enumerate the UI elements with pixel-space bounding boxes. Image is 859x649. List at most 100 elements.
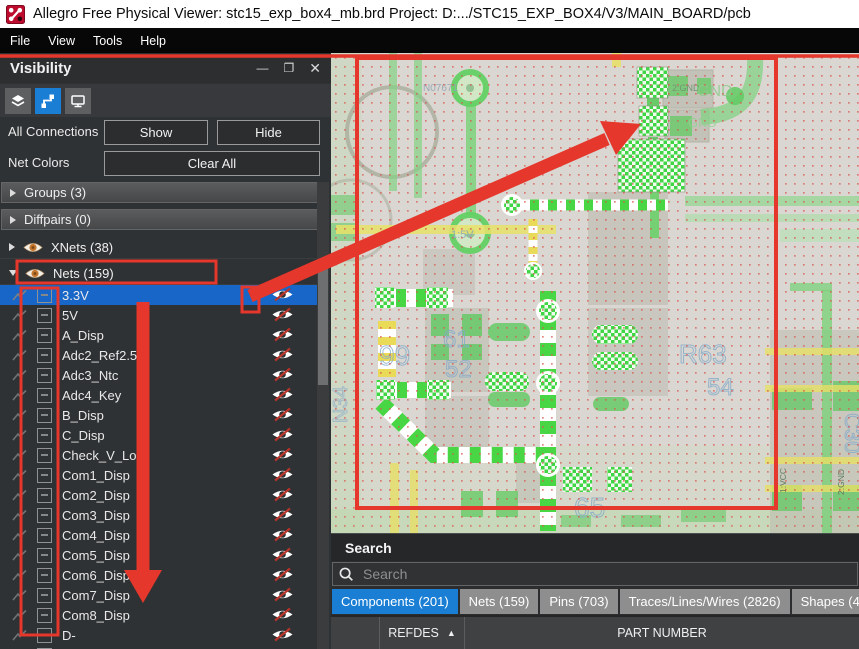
net-checkbox[interactable] — [37, 287, 52, 303]
eye-slash-icon[interactable] — [271, 527, 294, 547]
eye-slash-icon[interactable] — [271, 467, 294, 487]
menu-file[interactable]: File — [10, 34, 30, 48]
column-refdes[interactable]: REFDES ▲ — [380, 617, 465, 649]
tab-components[interactable]: Components (201) — [332, 589, 458, 614]
list-item-net[interactable]: Com3_Disp — [0, 505, 317, 525]
close-icon[interactable]: ✕ — [309, 60, 321, 77]
all-connections-row: All Connections Show Hide — [0, 120, 331, 146]
net-wire-icon — [11, 329, 28, 342]
net-name: B_Disp — [62, 407, 104, 423]
net-wire-icon — [11, 569, 28, 582]
eye-slash-icon[interactable] — [271, 367, 294, 387]
net-checkbox[interactable] — [37, 607, 52, 623]
eye-slash-icon[interactable] — [271, 327, 294, 347]
eye-slash-icon[interactable] — [271, 407, 294, 427]
menu-view[interactable]: View — [48, 34, 75, 48]
net-name: Adc4_Key — [62, 387, 122, 403]
net-checkbox[interactable] — [37, 527, 52, 543]
layers-filter-button[interactable] — [5, 87, 31, 114]
menubar: File View Tools Help — [0, 28, 859, 53]
list-item-net[interactable]: C_Disp — [0, 425, 317, 445]
list-item-net[interactable]: Com5_Disp — [0, 545, 317, 565]
net-wire-icon — [11, 489, 28, 502]
list-item-net[interactable]: Com2_Disp — [0, 485, 317, 505]
diffpairs-label: Diffpairs (0) — [24, 212, 91, 227]
net-checkbox[interactable] — [37, 507, 52, 523]
eye-slash-icon[interactable] — [271, 607, 294, 627]
list-item-net[interactable]: Adc3_Ntc — [0, 365, 317, 385]
net-checkbox[interactable] — [37, 627, 52, 643]
list-item-net[interactable]: Check_V_Low — [0, 445, 317, 465]
eye-slash-icon[interactable] — [271, 307, 294, 327]
eye-slash-icon[interactable] — [271, 347, 294, 367]
eye-slash-icon[interactable] — [271, 507, 294, 527]
tab-shapes[interactable]: Shapes (489) — [791, 589, 859, 614]
eye-slash-icon[interactable] — [271, 427, 294, 447]
minimize-icon[interactable]: — — [257, 61, 269, 75]
net-name: Com2_Disp — [62, 487, 130, 503]
tree-group-groups[interactable]: Groups (3) — [1, 182, 318, 203]
search-box[interactable] — [332, 562, 858, 586]
eye-slash-icon[interactable] — [271, 547, 294, 567]
tab-traces[interactable]: Traces/Lines/Wires (2826) — [619, 589, 790, 614]
menu-tools[interactable]: Tools — [93, 34, 122, 48]
net-list-scrollbar[interactable] — [317, 182, 329, 649]
list-item-net[interactable]: 3.3V — [0, 285, 317, 305]
list-item-net[interactable]: B_Disp — [0, 405, 317, 425]
eye-icon[interactable] — [23, 241, 43, 254]
net-checkbox[interactable] — [37, 587, 52, 603]
tab-pins[interactable]: Pins (703) — [540, 589, 618, 614]
net-wire-icon — [11, 289, 28, 302]
menu-help[interactable]: Help — [140, 34, 166, 48]
tree-group-xnets[interactable]: XNets (38) — [0, 236, 318, 259]
list-item-net[interactable]: Com8_Disp — [0, 605, 317, 625]
display-filter-button[interactable] — [65, 87, 91, 114]
net-wire-icon — [11, 389, 28, 402]
net-checkbox[interactable] — [37, 487, 52, 503]
monitor-icon — [71, 94, 85, 107]
net-checkbox[interactable] — [37, 407, 52, 423]
eye-slash-icon[interactable] — [271, 447, 294, 467]
column-part-number[interactable]: PART NUMBER — [465, 617, 859, 649]
eye-slash-icon[interactable] — [271, 487, 294, 507]
net-checkbox[interactable] — [37, 467, 52, 483]
search-input[interactable] — [361, 565, 857, 583]
tab-nets[interactable]: Nets (159) — [459, 589, 539, 614]
net-checkbox[interactable] — [37, 387, 52, 403]
list-item-net-partial[interactable] — [0, 645, 317, 649]
eye-slash-icon[interactable] — [271, 587, 294, 607]
hide-button[interactable]: Hide — [217, 120, 320, 145]
net-checkbox[interactable] — [37, 307, 52, 323]
list-item-net[interactable]: Com4_Disp — [0, 525, 317, 545]
list-item-net[interactable]: D- — [0, 625, 317, 645]
net-checkbox[interactable] — [37, 347, 52, 363]
nets-filter-button[interactable] — [35, 87, 61, 114]
net-checkbox[interactable] — [37, 567, 52, 583]
list-item-net[interactable]: Com1_Disp — [0, 465, 317, 485]
scrollbar-thumb[interactable] — [318, 265, 328, 385]
list-item-net[interactable]: Com7_Disp — [0, 585, 317, 605]
net-checkbox[interactable] — [37, 447, 52, 463]
list-item-net[interactable]: Adc2_Ref2.5V — [0, 345, 317, 365]
net-wire-icon — [11, 469, 28, 482]
list-item-net[interactable]: Adc4_Key — [0, 385, 317, 405]
restore-icon[interactable]: ❐ — [284, 61, 295, 75]
eye-slash-icon[interactable] — [271, 387, 294, 407]
eye-slash-icon[interactable] — [271, 287, 294, 307]
net-checkbox[interactable] — [37, 327, 52, 343]
tree-group-nets[interactable]: Nets (159) — [0, 262, 318, 285]
tree-group-diffpairs[interactable]: Diffpairs (0) — [1, 209, 318, 230]
show-button[interactable]: Show — [104, 120, 208, 145]
list-item-net[interactable]: 5V — [0, 305, 317, 325]
eye-slash-icon[interactable] — [271, 627, 294, 647]
list-item-net[interactable]: Com6_Disp — [0, 565, 317, 585]
net-checkbox[interactable] — [37, 547, 52, 563]
net-checkbox[interactable] — [37, 367, 52, 383]
clear-all-button[interactable]: Clear All — [104, 151, 320, 176]
pcb-canvas[interactable]: N07671 1:5V 2:GND GND GND 99 61 52 65 R6… — [309, 53, 859, 533]
list-item-net[interactable]: A_Disp — [0, 325, 317, 345]
net-checkbox[interactable] — [37, 427, 52, 443]
eye-icon[interactable] — [25, 267, 45, 280]
eye-slash-icon[interactable] — [271, 567, 294, 587]
expand-arrow-icon — [10, 188, 16, 197]
